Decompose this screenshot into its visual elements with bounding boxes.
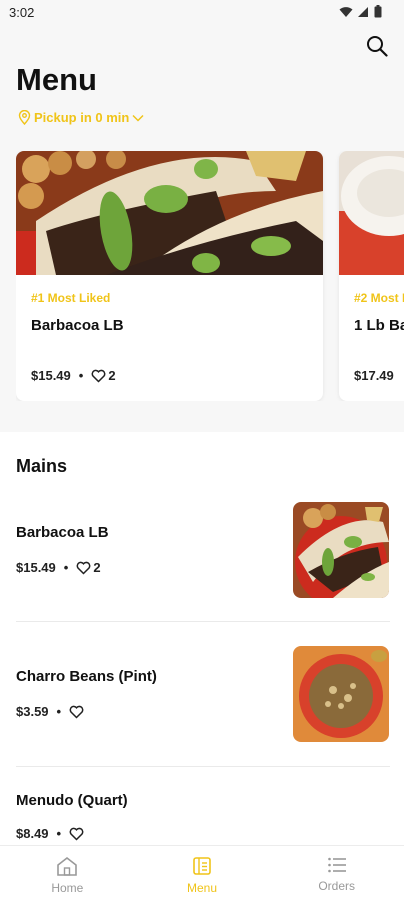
menu-item-image bbox=[293, 646, 389, 742]
menu-item-name: Barbacoa LB bbox=[16, 524, 109, 541]
featured-card[interactable]: #1 Most Liked Barbacoa LB $15.49 • 2 bbox=[16, 151, 323, 401]
bottom-nav: Home Menu Orders bbox=[0, 845, 404, 901]
featured-item-image bbox=[339, 151, 404, 275]
heart-icon bbox=[69, 827, 84, 841]
like-button[interactable] bbox=[69, 827, 84, 841]
menu-item-name: Charro Beans (Pint) bbox=[16, 668, 157, 685]
featured-item-name: 1 Lb Barbacoa & Salsa ( bbox=[354, 317, 404, 334]
separator-dot: • bbox=[78, 368, 84, 383]
menu-item[interactable]: Menudo (Quart) $8.49 • bbox=[0, 766, 404, 846]
menu-item-image bbox=[293, 502, 389, 598]
nav-home[interactable]: Home bbox=[0, 846, 135, 901]
menu-item-meta: $15.49 • 2 bbox=[16, 560, 101, 575]
nav-home-label: Home bbox=[51, 881, 84, 895]
menu-item-meta: $3.59 • bbox=[16, 704, 84, 719]
status-bar: 3:02 bbox=[0, 0, 404, 26]
separator-dot: • bbox=[56, 826, 62, 841]
signal-icon bbox=[358, 6, 368, 17]
list-icon bbox=[327, 857, 346, 873]
featured-rank: #1 Most Liked bbox=[31, 291, 111, 305]
menu-item-price: $15.49 bbox=[16, 560, 56, 575]
featured-carousel[interactable]: #1 Most Liked Barbacoa LB $15.49 • 2 #2 … bbox=[16, 151, 404, 401]
divider bbox=[16, 621, 390, 622]
battery-icon bbox=[374, 5, 382, 18]
menu-book-icon bbox=[193, 857, 211, 875]
wifi-icon bbox=[339, 6, 353, 17]
like-count: 2 bbox=[108, 368, 116, 383]
menu-item[interactable]: Charro Beans (Pint) $3.59 • bbox=[0, 644, 404, 764]
search-button[interactable] bbox=[364, 33, 390, 59]
separator-dot: • bbox=[63, 560, 69, 575]
menu-item-meta: $8.49 • bbox=[16, 826, 84, 841]
menu-header-section: Menu Pickup in 0 min #1 Most Liked Barba… bbox=[0, 26, 404, 432]
location-pin-icon bbox=[18, 110, 31, 125]
featured-item-name: Barbacoa LB bbox=[31, 317, 124, 334]
like-button[interactable]: 2 bbox=[76, 560, 101, 575]
chevron-down-icon bbox=[132, 114, 144, 122]
menu-item[interactable]: Barbacoa LB $15.49 • 2 bbox=[0, 500, 404, 620]
status-icons bbox=[339, 5, 382, 18]
like-count: 2 bbox=[93, 560, 101, 575]
like-button[interactable]: 2 bbox=[91, 368, 116, 383]
menu-item-name: Menudo (Quart) bbox=[16, 792, 128, 809]
search-icon bbox=[367, 36, 388, 57]
featured-card[interactable]: #2 Most Liked 1 Lb Barbacoa & Salsa ( $1… bbox=[339, 151, 404, 401]
heart-icon bbox=[91, 369, 106, 383]
nav-orders-label: Orders bbox=[318, 879, 356, 893]
menu-item-price: $8.49 bbox=[16, 826, 49, 841]
featured-item-meta: $15.49 • 2 bbox=[31, 368, 116, 383]
menu-item-price: $3.59 bbox=[16, 704, 49, 719]
nav-orders[interactable]: Orders bbox=[269, 846, 404, 901]
nav-menu[interactable]: Menu bbox=[135, 846, 270, 901]
featured-item-image bbox=[16, 151, 323, 275]
heart-icon bbox=[69, 705, 84, 719]
home-icon bbox=[57, 856, 78, 876]
section-title: Mains bbox=[16, 456, 68, 476]
separator-dot: • bbox=[56, 704, 62, 719]
featured-item-price: $17.49 bbox=[354, 368, 394, 383]
page-title: Menu bbox=[16, 62, 97, 97]
featured-rank: #2 Most Liked bbox=[354, 291, 404, 305]
heart-icon bbox=[76, 561, 91, 575]
nav-menu-label: Menu bbox=[186, 881, 218, 895]
status-time: 3:02 bbox=[9, 5, 35, 20]
pickup-label: Pickup in 0 min bbox=[34, 110, 130, 125]
like-button[interactable] bbox=[69, 705, 84, 719]
featured-item-price: $15.49 bbox=[31, 368, 71, 383]
pickup-selector[interactable]: Pickup in 0 min bbox=[18, 110, 144, 125]
featured-item-meta: $17.49 bbox=[354, 368, 394, 383]
